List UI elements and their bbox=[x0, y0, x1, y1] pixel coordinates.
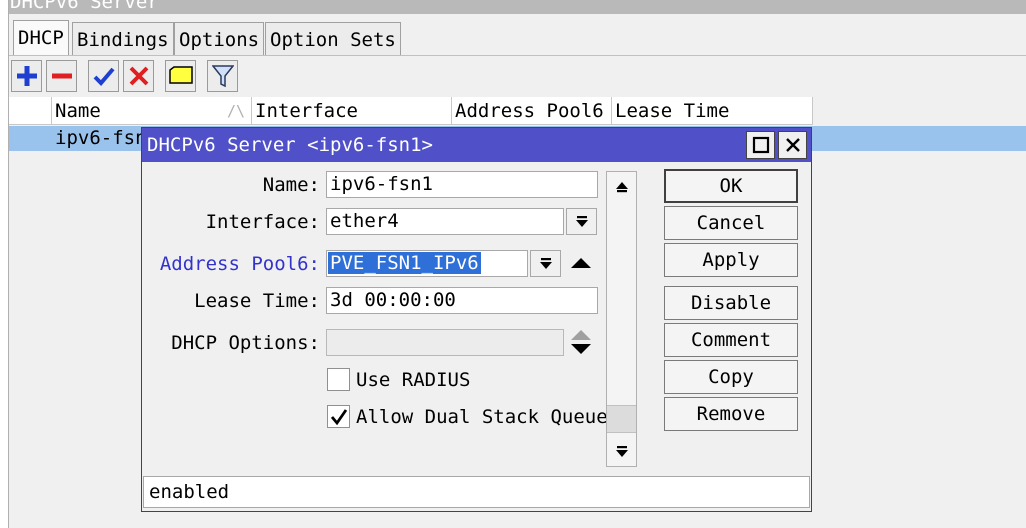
scroll-down-icon bbox=[615, 445, 628, 457]
plus-icon bbox=[16, 66, 37, 86]
name-label: Name: bbox=[262, 174, 320, 196]
address-pool6-select[interactable]: PVE_FSN1_IPv6 bbox=[326, 250, 528, 277]
address-pool6-dropdown-button[interactable] bbox=[530, 250, 561, 277]
column-header-interface[interactable]: Interface bbox=[251, 97, 451, 125]
remove-entry-button[interactable]: Remove bbox=[664, 397, 798, 431]
main-window-title: DHCPv6 Server bbox=[10, 0, 159, 13]
x-icon bbox=[129, 66, 148, 86]
check-icon bbox=[93, 67, 115, 86]
dropdown-arrow-icon bbox=[575, 215, 588, 227]
interface-dropdown-button[interactable] bbox=[566, 208, 597, 235]
lease-time-label: Lease Time: bbox=[194, 290, 320, 312]
form-scrollbar[interactable] bbox=[606, 171, 637, 467]
allow-dual-stack-queue-checkbox[interactable] bbox=[327, 405, 350, 428]
tabs-divider bbox=[9, 55, 1026, 56]
address-pool6-value: PVE_FSN1_IPv6 bbox=[328, 252, 481, 274]
comment-note-icon bbox=[168, 66, 193, 84]
dhcp-options-input[interactable] bbox=[326, 329, 564, 356]
allow-dual-stack-queue-label: Allow Dual Stack Queue bbox=[356, 406, 608, 428]
use-radius-label: Use RADIUS bbox=[356, 369, 471, 391]
address-pool6-label: Address Pool6: bbox=[159, 253, 320, 275]
dropdown-arrow-icon bbox=[539, 257, 552, 269]
collapse-up-icon bbox=[571, 258, 591, 268]
scroll-down-button[interactable] bbox=[607, 437, 636, 466]
expand-collapse-icon bbox=[571, 330, 591, 354]
interface-select[interactable]: ether4 bbox=[326, 208, 564, 235]
dialog-title: DHCPv6 Server <ipv6-fsn1> bbox=[147, 134, 433, 156]
dialog-titlebar[interactable]: DHCPv6 Server <ipv6-fsn1> bbox=[142, 128, 811, 162]
column-header-address-pool6[interactable]: Address Pool6 bbox=[451, 97, 611, 125]
column-header-name[interactable]: Name /\ bbox=[51, 97, 251, 125]
use-radius-checkbox[interactable] bbox=[327, 368, 350, 391]
apply-button[interactable]: Apply bbox=[664, 243, 798, 277]
scroll-up-icon bbox=[615, 181, 628, 192]
header-filler bbox=[813, 97, 1026, 125]
add-button[interactable] bbox=[11, 60, 42, 92]
cancel-button[interactable]: Cancel bbox=[664, 206, 798, 240]
dhcp-options-add-remove-button[interactable] bbox=[568, 327, 594, 357]
remove-button[interactable] bbox=[46, 60, 77, 92]
disable-button[interactable] bbox=[123, 60, 154, 92]
scroll-thumb[interactable] bbox=[607, 405, 636, 433]
table-cell-name: ipv6-fsn bbox=[55, 127, 147, 149]
tab-options[interactable]: Options bbox=[174, 22, 265, 56]
comment-entry-button[interactable]: Comment bbox=[664, 323, 798, 357]
disable-entry-button[interactable]: Disable bbox=[664, 286, 798, 320]
remove-field-button[interactable] bbox=[568, 252, 594, 274]
lease-time-input[interactable]: 3d 00:00:00 bbox=[326, 287, 598, 314]
window-left-edge bbox=[0, 0, 9, 528]
minus-icon bbox=[51, 73, 72, 79]
sort-indicator-icon: /\ bbox=[226, 102, 245, 120]
scroll-up-button[interactable] bbox=[607, 172, 636, 201]
copy-button[interactable]: Copy bbox=[664, 360, 798, 394]
maximize-icon bbox=[752, 136, 769, 154]
status-bar: enabled bbox=[143, 476, 810, 508]
enable-button[interactable] bbox=[88, 60, 119, 92]
filter-icon bbox=[211, 65, 234, 88]
dhcp-options-label: DHCP Options: bbox=[171, 332, 320, 354]
checkmark-icon bbox=[330, 408, 347, 425]
column-header-lease-time[interactable]: Lease Time bbox=[611, 97, 813, 125]
tab-dhcp[interactable]: DHCP bbox=[13, 20, 69, 56]
dhcpv6-server-dialog: DHCPv6 Server <ipv6-fsn1> Name: ipv6-fsn… bbox=[141, 127, 812, 512]
main-window-titlebar: DHCPv6 Server bbox=[9, 0, 1026, 14]
name-input[interactable]: ipv6-fsn1 bbox=[326, 171, 598, 198]
filter-button[interactable] bbox=[207, 60, 238, 92]
interface-label: Interface: bbox=[205, 211, 320, 233]
close-icon bbox=[785, 138, 800, 152]
tab-bindings[interactable]: Bindings bbox=[72, 22, 174, 56]
comment-button[interactable] bbox=[165, 60, 196, 92]
close-button[interactable] bbox=[778, 131, 807, 159]
tab-option-sets[interactable]: Option Sets bbox=[265, 22, 401, 56]
maximize-button[interactable] bbox=[746, 131, 775, 159]
ok-button[interactable]: OK bbox=[664, 169, 798, 203]
